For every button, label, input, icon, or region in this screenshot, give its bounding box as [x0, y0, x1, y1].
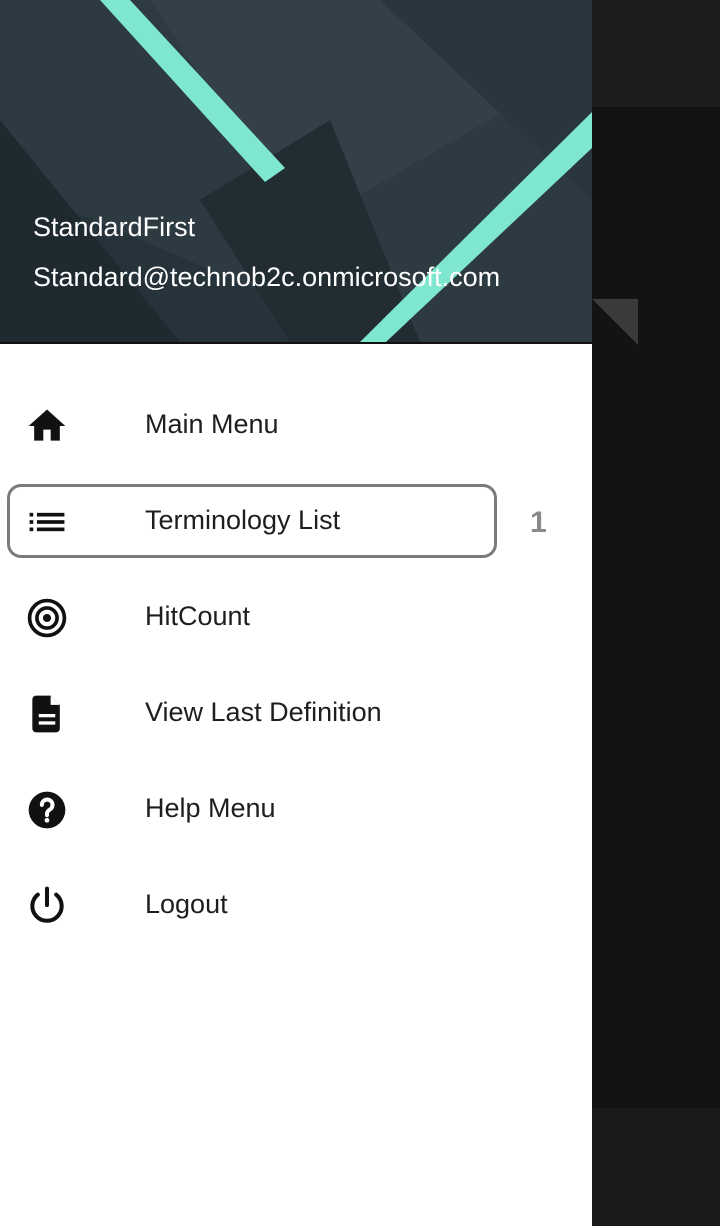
list-icon — [25, 500, 69, 544]
menu-item-label: Logout — [145, 889, 228, 919]
home-icon — [25, 404, 69, 448]
menu-item-label: Terminology List — [145, 505, 341, 535]
menu-item-label: View Last Definition — [145, 697, 382, 727]
menu-item-view-last-definition[interactable]: View Last Definition — [0, 666, 592, 762]
menu-item-hitcount[interactable]: HitCount — [0, 570, 592, 666]
menu-item-label: Help Menu — [145, 793, 276, 823]
user-name: StandardFirst — [33, 212, 196, 242]
target-icon — [25, 596, 69, 640]
menu-item-label: HitCount — [145, 601, 251, 631]
drawer-menu: Main Menu Terminology List HitCount View… — [0, 378, 592, 954]
dropdown-triangle-icon — [592, 299, 638, 345]
menu-item-help-menu[interactable]: Help Menu — [0, 762, 592, 858]
drawer-header: StandardFirst Standard@technob2c.onmicro… — [0, 0, 592, 344]
navigation-drawer: StandardFirst Standard@technob2c.onmicro… — [0, 0, 592, 1226]
document-icon — [25, 692, 69, 736]
menu-item-logout[interactable]: Logout — [0, 858, 592, 954]
menu-item-terminology-list[interactable]: Terminology List — [0, 474, 592, 570]
user-email: Standard@technob2c.onmicrosoft.com — [33, 262, 501, 292]
power-icon — [25, 884, 69, 928]
annotation-badge: 1 — [530, 506, 547, 539]
menu-item-label: Main Menu — [145, 409, 279, 439]
help-icon — [25, 788, 69, 832]
menu-item-main-menu[interactable]: Main Menu — [0, 378, 592, 474]
